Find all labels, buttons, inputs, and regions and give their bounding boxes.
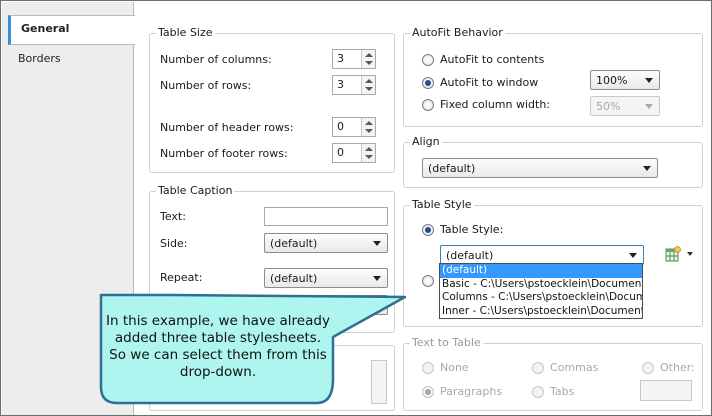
columns-spin-arrows[interactable] xyxy=(361,50,375,68)
commas-radio[interactable] xyxy=(532,362,544,374)
header-rows-spinner[interactable]: 0 xyxy=(332,117,376,137)
rows-spinner[interactable]: 3 xyxy=(332,75,376,95)
columns-spinner[interactable]: 3 xyxy=(332,49,376,69)
caption-text-input[interactable] xyxy=(264,207,388,226)
spin-up-icon[interactable] xyxy=(365,121,373,125)
spin-down-icon[interactable] xyxy=(365,129,373,133)
table-properties-dialog: General Borders Table Size Number of col… xyxy=(0,0,712,416)
fixed-width-value: 50% xyxy=(596,100,621,113)
footer-rows-value: 0 xyxy=(337,146,344,159)
chevron-down-icon xyxy=(373,241,381,246)
spin-up-icon[interactable] xyxy=(365,79,373,83)
table-style-dropdown-list[interactable]: (default) Basic - C:\Users\pstoecklein\D… xyxy=(439,263,643,319)
tab-borders[interactable]: Borders xyxy=(8,46,135,76)
table-style-value: (default) xyxy=(446,249,494,262)
table-style-radio[interactable] xyxy=(422,224,434,236)
autofit-window-select[interactable]: 100% xyxy=(590,70,660,90)
table-style-option[interactable]: (default) xyxy=(440,264,642,278)
other-label[interactable]: Other: xyxy=(660,361,695,374)
autofit-contents-label[interactable]: AutoFit to contents xyxy=(440,53,544,66)
align-value: (default) xyxy=(428,162,476,175)
columns-value: 3 xyxy=(337,52,344,65)
columns-label: Number of columns: xyxy=(160,53,272,66)
rows-value: 3 xyxy=(337,78,344,91)
caption-side-select[interactable]: (default) xyxy=(264,233,388,253)
caption-repeat-value: (default) xyxy=(270,272,318,285)
paragraphs-radio[interactable] xyxy=(422,386,434,398)
footer-rows-label: Number of footer rows: xyxy=(160,147,288,160)
none-label[interactable]: None xyxy=(440,361,469,374)
callout-text: In this example, we have already added t… xyxy=(106,313,330,380)
fixed-width-radio[interactable] xyxy=(422,99,434,111)
autofit-window-value: 100% xyxy=(596,74,628,87)
autofit-title: AutoFit Behavior xyxy=(410,26,505,39)
text-to-table-group: Text to Table None Commas Other: Paragra… xyxy=(403,336,703,411)
table-caption-title: Table Caption xyxy=(156,184,235,197)
chevron-down-icon xyxy=(645,78,653,83)
chevron-down-icon xyxy=(643,166,651,171)
paragraphs-label[interactable]: Paragraphs xyxy=(440,385,502,398)
table-style-radio-label[interactable]: Table Style: xyxy=(440,223,503,236)
multiline-scrollbar[interactable] xyxy=(371,360,387,404)
spin-down-icon[interactable] xyxy=(365,155,373,159)
caption-text-label: Text: xyxy=(160,210,186,223)
spin-up-icon[interactable] xyxy=(365,147,373,151)
footer-rows-spinner[interactable]: 0 xyxy=(332,143,376,163)
table-size-title: Table Size xyxy=(156,26,215,39)
table-style-select[interactable]: (default) xyxy=(440,245,644,265)
table-style-option[interactable]: Columns - C:\Users\pstoecklein\Documents… xyxy=(440,291,642,305)
caption-repeat-select[interactable]: (default) xyxy=(264,268,388,288)
rows-spin-arrows[interactable] xyxy=(361,76,375,94)
autofit-window-radio[interactable] xyxy=(422,77,434,89)
table-size-group: Table Size Number of columns: 3 Number o… xyxy=(149,26,395,173)
caption-repeat-label: Repeat: xyxy=(160,271,203,284)
header-rows-label: Number of header rows: xyxy=(160,121,294,134)
tabs-radio[interactable] xyxy=(532,386,544,398)
table-caption-group: Table Caption Text: Side: (default) Repe… xyxy=(149,184,395,333)
fixed-width-label[interactable]: Fixed column width: xyxy=(440,98,550,111)
footer-rows-spin-arrows[interactable] xyxy=(361,144,375,162)
align-select[interactable]: (default) xyxy=(422,158,658,178)
spin-up-icon[interactable] xyxy=(365,53,373,57)
chevron-down-icon xyxy=(629,253,637,258)
header-rows-value: 0 xyxy=(337,120,344,133)
fixed-width-select[interactable]: 50% xyxy=(590,96,660,116)
table-style-title: Table Style xyxy=(410,198,474,211)
header-rows-spin-arrows[interactable] xyxy=(361,118,375,136)
table-style-icon[interactable] xyxy=(665,246,681,262)
rows-label: Number of rows: xyxy=(160,79,252,92)
caption-side-value: (default) xyxy=(270,237,318,250)
other-radio[interactable] xyxy=(642,362,654,374)
spin-down-icon[interactable] xyxy=(365,87,373,91)
text-to-table-title: Text to Table xyxy=(410,336,483,349)
autofit-window-label[interactable]: AutoFit to window xyxy=(440,76,538,89)
caption-side-label: Side: xyxy=(160,237,188,250)
other-delimiter-input[interactable] xyxy=(640,380,692,401)
table-style-menu-arrow-icon[interactable] xyxy=(687,252,693,256)
chevron-down-icon xyxy=(373,303,381,308)
table-style-option[interactable]: Inner - C:\Users\pstoecklein\Documents\M xyxy=(440,305,642,319)
none-radio[interactable] xyxy=(422,362,434,374)
tab-general[interactable]: General xyxy=(8,15,135,45)
align-group: Align (default) xyxy=(403,135,703,188)
table-style-option[interactable]: Basic - C:\Users\pstoecklein\Documents\M xyxy=(440,278,642,292)
tabs-label[interactable]: Tabs xyxy=(550,385,574,398)
align-title: Align xyxy=(410,135,442,148)
caption-extra-select[interactable] xyxy=(264,295,388,315)
commas-label[interactable]: Commas xyxy=(550,361,598,374)
chevron-down-icon xyxy=(373,276,381,281)
chevron-down-icon xyxy=(645,104,653,109)
spin-down-icon[interactable] xyxy=(365,61,373,65)
autofit-contents-radio[interactable] xyxy=(422,54,434,66)
autofit-group: AutoFit Behavior AutoFit to contents Aut… xyxy=(403,26,703,127)
table-style-none-radio[interactable] xyxy=(422,275,434,287)
